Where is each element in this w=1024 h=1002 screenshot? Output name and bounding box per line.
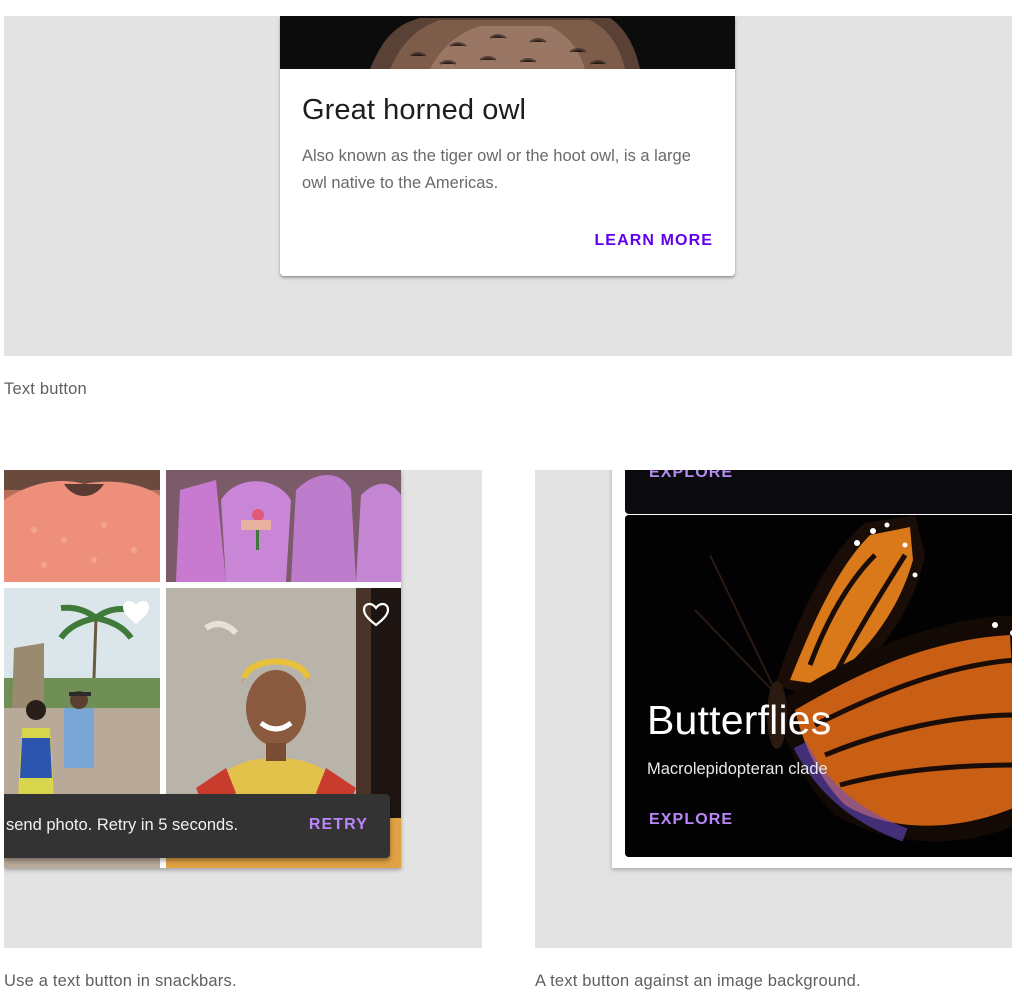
card-title: Great horned owl (302, 94, 527, 126)
owl-card: Great horned owl Also known as the tiger… (280, 16, 735, 276)
learn-more-button[interactable]: LEARN MORE (594, 232, 713, 250)
previous-explore-button[interactable]: EXPLORE (649, 470, 733, 482)
card-title: Butterflies (647, 697, 832, 743)
card-subtitle: Macrolepidopteran clade (647, 760, 828, 778)
heart-outline-icon[interactable] (362, 602, 390, 628)
butterfly-image (625, 515, 1012, 857)
snackbar-message: send photo. Retry in 5 seconds. (6, 816, 239, 834)
caption-text-button: Text button (4, 380, 87, 398)
owl-image (280, 16, 735, 69)
butterfly-card: Butterflies Macrolepidopteran clade EXPL… (625, 515, 1012, 857)
text-button-demo-panel: Great horned owl Also known as the tiger… (4, 16, 1012, 356)
explore-button[interactable]: EXPLORE (649, 811, 733, 829)
image-background-demo-panel: EXPLORE Butterflies Macrolepidopteran cl… (535, 470, 1012, 948)
photo-tile[interactable] (4, 470, 160, 582)
caption-image-background: A text button against an image backgroun… (535, 972, 861, 990)
card-description: Also known as the tiger owl or the hoot … (302, 147, 691, 192)
retry-button[interactable]: RETRY (309, 816, 368, 834)
previous-card: EXPLORE (625, 470, 1012, 514)
card-list-frame: EXPLORE Butterflies Macrolepidopteran cl… (612, 470, 1012, 868)
snackbar: send photo. Retry in 5 seconds. RETRY (4, 794, 390, 858)
photo-tile[interactable] (166, 470, 401, 582)
heart-icon[interactable] (122, 600, 150, 626)
snackbar-demo-panel: send photo. Retry in 5 seconds. RETRY (4, 470, 482, 948)
caption-snackbar: Use a text button in snackbars. (4, 972, 237, 990)
